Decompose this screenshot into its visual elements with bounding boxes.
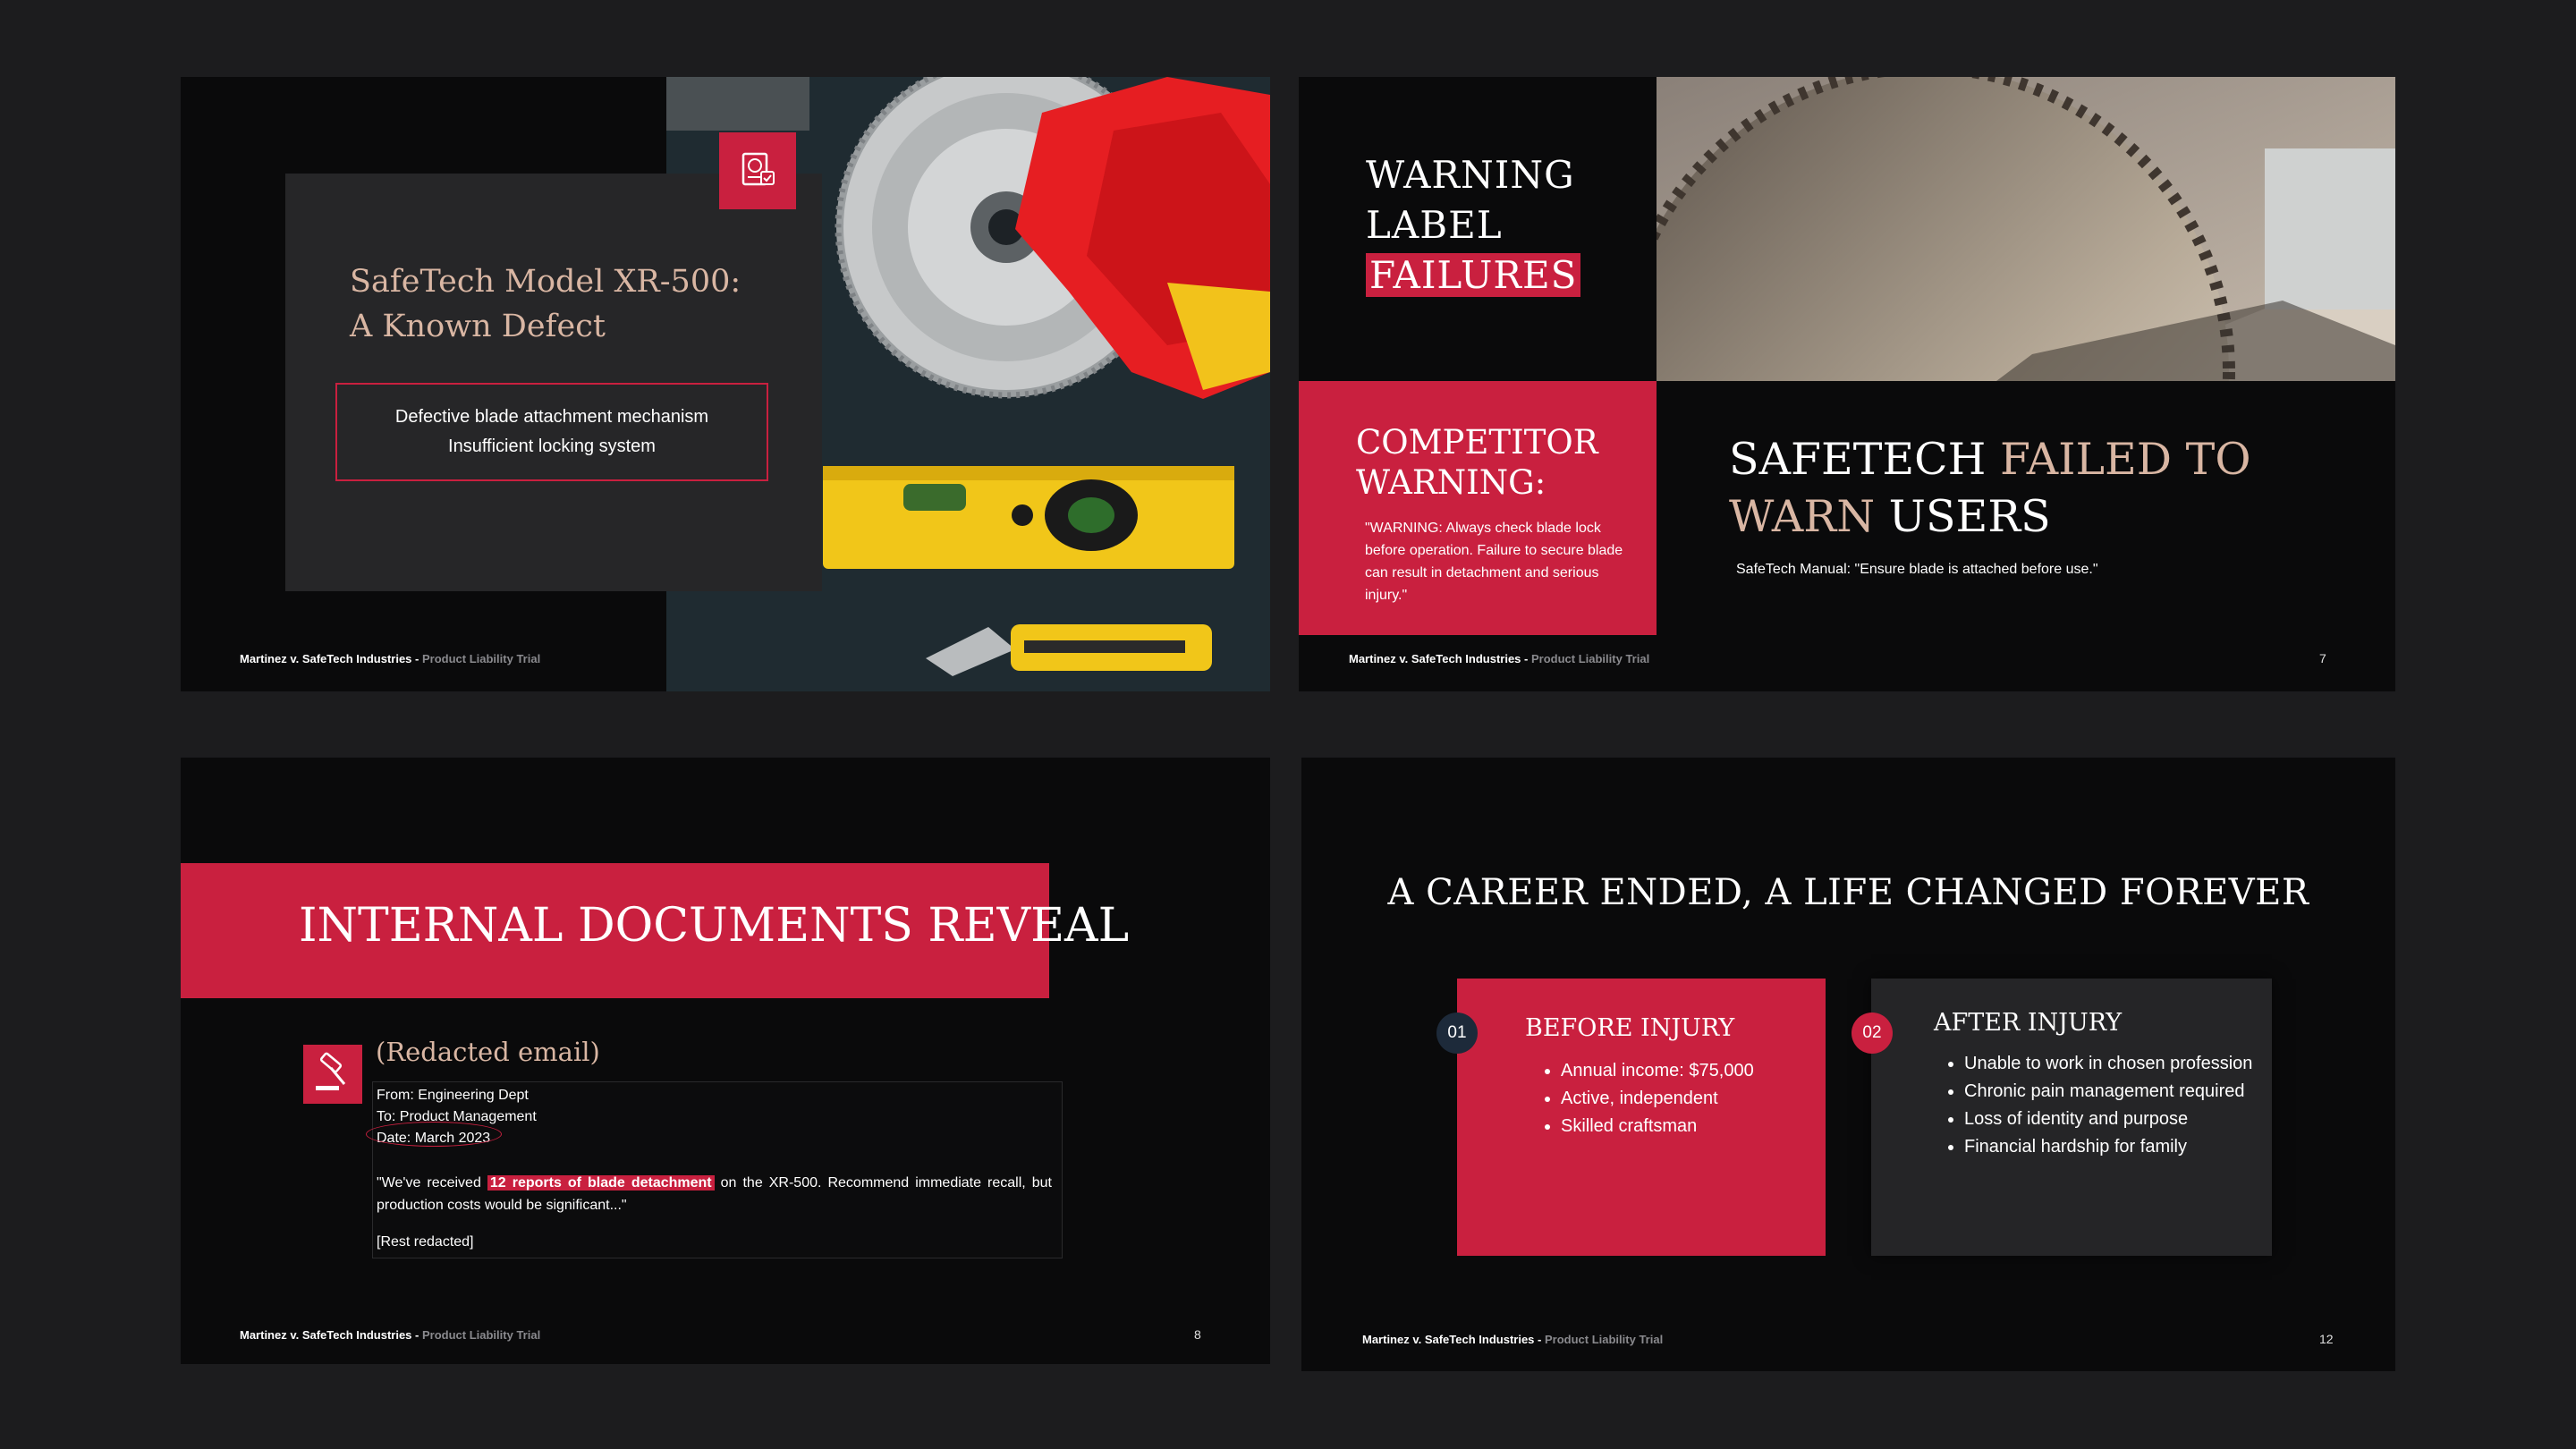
competitor-title: COMPETITOR WARNING:	[1356, 423, 1598, 502]
main-accent: WARN	[1729, 491, 1876, 542]
manual-quote: SafeTech Manual: "Ensure blade is attach…	[1736, 562, 2098, 577]
competitor-text: "WARNING: Always check blade lock before…	[1365, 521, 1623, 603]
before-title: BEFORE INJURY	[1525, 1014, 1735, 1042]
date-circle-annotation	[366, 1122, 502, 1147]
footer-case: Martinez v. SafeTech Industries -	[240, 1328, 419, 1342]
certificate-badge	[719, 132, 796, 209]
heading-line-2: LABEL	[1366, 203, 1503, 247]
email-from: From: Engineering Dept	[377, 1088, 529, 1103]
defect-item: Insufficient locking system	[448, 436, 656, 456]
slide-footer: Martinez v. SafeTech Industries - Produc…	[240, 1328, 540, 1342]
slide-1-title: SafeTech Model XR-500: A Known Defect	[350, 259, 779, 349]
list-item: Annual income: $75,000	[1561, 1057, 1829, 1085]
page-number: 12	[2319, 1332, 2334, 1346]
gavel-icon	[316, 1052, 346, 1090]
slide-4[interactable]: A CAREER ENDED, A LIFE CHANGED FOREVER B…	[1301, 758, 2395, 1371]
page-number: 8	[1194, 1327, 1201, 1342]
passport-certificate-icon	[741, 152, 775, 186]
slide-footer: Martinez v. SafeTech Industries - Produc…	[1362, 1333, 1663, 1346]
heading-line-1: WARNING	[1366, 153, 1575, 197]
footer-trial: Product Liability Trial	[1544, 1333, 1664, 1346]
before-injury-card: BEFORE INJURY Annual income: $75,000 Act…	[1457, 979, 1826, 1256]
main-text: USERS	[1888, 491, 2051, 542]
after-list: Unable to work in chosen profession Chro…	[1932, 1050, 2268, 1161]
defect-box: Defective blade attachment mechanism Ins…	[335, 383, 768, 481]
quote-text: "We've received	[377, 1175, 481, 1191]
footer-trial: Product Liability Trial	[1530, 652, 1650, 665]
failed-to-warn-heading: SAFETECH FAILED TO WARN USERS	[1729, 431, 2355, 546]
page-number: 7	[2319, 651, 2326, 665]
list-item: Financial hardship for family	[1964, 1133, 2268, 1161]
slide-footer: Martinez v. SafeTech Industries - Produc…	[1349, 652, 1649, 665]
step-number-01: 01	[1436, 1013, 1478, 1054]
after-title: AFTER INJURY	[1934, 1009, 2123, 1037]
table-saw-photo	[1657, 77, 2395, 381]
defect-item: Defective blade attachment mechanism	[394, 407, 709, 427]
main-text: SAFETECH	[1729, 434, 1987, 485]
after-injury-card: AFTER INJURY Unable to work in chosen pr…	[1871, 979, 2272, 1256]
slide-1[interactable]: SafeTech Model XR-500: A Known Defect De…	[181, 77, 1270, 691]
title-line-1: SafeTech Model XR-500:	[350, 264, 741, 300]
email-excerpt: From: Engineering Dept To: Product Manag…	[366, 1081, 1063, 1258]
footer-case: Martinez v. SafeTech Industries -	[1362, 1333, 1542, 1346]
list-item: Loss of identity and purpose	[1964, 1106, 2268, 1133]
main-accent: FAILED TO	[1999, 434, 2251, 485]
list-item: Active, independent	[1561, 1085, 1829, 1113]
quote-highlight: 12 reports of blade detachment	[487, 1175, 715, 1191]
slide-footer: Martinez v. SafeTech Industries - Produc…	[240, 652, 540, 665]
competitor-warning-panel: COMPETITOR WARNING: "WARNING: Always che…	[1299, 381, 1657, 635]
heading-highlight: FAILURES	[1366, 253, 1581, 297]
list-item: Skilled craftsman	[1561, 1113, 1829, 1140]
warning-label-heading: WARNING LABEL FAILURES	[1366, 150, 1581, 301]
internal-documents-banner: INTERNAL DOCUMENTS REVEAL	[181, 863, 1129, 998]
footer-trial: Product Liability Trial	[421, 652, 541, 665]
before-list: Annual income: $75,000 Active, independe…	[1529, 1057, 1829, 1140]
banner-title: INTERNAL DOCUMENTS REVEAL	[299, 899, 1130, 953]
career-ended-title: A CAREER ENDED, A LIFE CHANGED FOREVER	[1387, 872, 2309, 913]
footer-case: Martinez v. SafeTech Industries -	[240, 652, 419, 665]
rest-redacted: [Rest redacted]	[377, 1234, 474, 1250]
list-item: Chronic pain management required	[1964, 1078, 2268, 1106]
footer-case: Martinez v. SafeTech Industries -	[1349, 652, 1529, 665]
footer-trial: Product Liability Trial	[421, 1328, 541, 1342]
email-quote: "We've received 12 reports of blade deta…	[377, 1172, 1052, 1216]
title-line-2: A Known Defect	[350, 309, 606, 344]
step-number-02: 02	[1852, 1013, 1893, 1054]
redacted-email-heading: (Redacted email)	[376, 1037, 600, 1067]
table-saw-blade-illustration	[1657, 77, 2395, 381]
list-item: Unable to work in chosen profession	[1964, 1050, 2268, 1078]
slide-2[interactable]: WARNING LABEL FAILURES COMPETITOR WARNIN…	[1299, 77, 2395, 691]
slide-3[interactable]: INTERNAL DOCUMENTS REVEAL (Redacted emai…	[181, 758, 1270, 1364]
gavel-badge	[303, 1045, 362, 1104]
